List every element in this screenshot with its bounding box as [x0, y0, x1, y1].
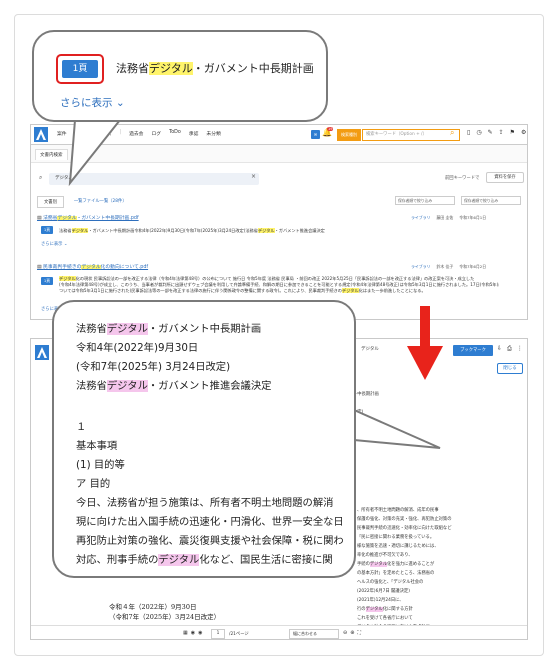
view-tabs: 文書別 一覧ファイル一覧（28件）	[37, 196, 133, 208]
document-search-input[interactable]: デジタル	[49, 173, 259, 185]
page-button[interactable]: 1頁	[41, 277, 53, 285]
main-menu: 案件 | 程度 分析 | 過去会 ログ ToDo 承認 未分類	[57, 130, 221, 137]
pdf-text-line: 令和4年(2022年)9月30日	[76, 342, 199, 354]
author: 藤田 圭佑	[436, 215, 454, 220]
clear-icon[interactable]: ×	[251, 173, 256, 180]
zoom-select[interactable]: 幅に合わせる	[289, 629, 339, 639]
pdf-text-line: (1) 目的等	[76, 459, 125, 471]
tab-file-list[interactable]: 一覧ファイル一覧（28件）	[63, 196, 133, 208]
pdf-text-line: 対応、刑事手続のデジタル化など、国民生活に密接に関	[76, 554, 333, 566]
pdf-text-line: １	[76, 421, 87, 433]
menu-item[interactable]: 未分類	[206, 130, 220, 137]
menu-item[interactable]: 過去会	[129, 130, 143, 137]
result-title[interactable]: ▤ 法務省デジタル・ガバメント中長期計画.pdf	[37, 214, 139, 221]
pdf-page-right: ト中長期計画 改定) 進会議決定 、所有者不明土地問題の解消、成年の民事 保護の…	[349, 375, 519, 630]
search-mode-select[interactable]: 検索種別	[337, 129, 361, 141]
edit-icon[interactable]: ✎	[488, 129, 493, 136]
notification-count: 19	[327, 127, 334, 131]
bookmark-icon[interactable]: ⚑	[510, 129, 515, 136]
pdf-text-line: (令和7年(2025年) 3月24日改定)	[76, 361, 231, 373]
search-icon: ⌕	[39, 174, 43, 181]
pdf-text-line: 基本事項	[76, 440, 118, 452]
zoom-icons: ⊖ ⊕ ⛶	[343, 630, 361, 636]
more-icon[interactable]: ⋮	[517, 345, 523, 353]
show-more-link[interactable]: さらに表示 ⌄	[41, 241, 67, 247]
print-icon[interactable]: ⎙	[507, 345, 512, 353]
tab-by-document[interactable]: 文書別	[37, 196, 64, 208]
toolbar-icons: ▯ ◷ ✎ ⇪ ⚑ ⚙ ⋮	[467, 129, 527, 136]
menu-item[interactable]: 分析	[102, 130, 112, 137]
save-button[interactable]: 資料を保存	[486, 172, 524, 183]
chat-icon[interactable]: ✉	[311, 130, 320, 139]
clock-icon[interactable]: ◷	[476, 129, 481, 136]
pdf-revision-line: （令和7年（2025年）3月24日改定）	[109, 613, 221, 621]
page-input[interactable]: 1	[211, 629, 225, 639]
viewer-icons: ⇩ ⎙ ⋮	[497, 345, 523, 353]
arrow-head	[407, 346, 443, 380]
zoom-in-icon[interactable]: ⊕	[350, 630, 354, 636]
download-icon[interactable]: ⇩	[497, 345, 502, 353]
page-button-highlight[interactable]: 1頁	[56, 54, 104, 84]
pdf-text-line: ア 目的	[76, 478, 111, 490]
result-snippet: デジタル化の現状 民事訴訟法の一部を改正する法律（令和4年法律第48号）の公布に…	[59, 276, 499, 293]
pdf-text-line: 法務省デジタル・ガバメント中長期計画	[76, 323, 262, 335]
first-page-icon[interactable]: ◉	[191, 630, 195, 636]
global-search-input[interactable]: 検索キーワード（Option + /）	[362, 129, 460, 141]
page-button[interactable]: 1頁	[41, 226, 53, 234]
chevron-down-icon: ⌄	[115, 97, 125, 109]
menu-item[interactable]: ToDo	[169, 130, 181, 137]
close-button[interactable]: 閉じる	[497, 363, 523, 374]
bookmark-button[interactable]: ブックマーク	[453, 345, 493, 356]
page-button[interactable]: 1頁	[62, 60, 98, 78]
sort-select[interactable]: 保存者順で絞り込み	[461, 196, 521, 205]
thumbnail-icon[interactable]: ▦	[183, 630, 188, 636]
app-logo-icon	[34, 127, 48, 142]
saved-keyword-label: 前回キーワードで	[445, 176, 480, 181]
result-title[interactable]: ▤ 民事裁判手続きのデジタル化の動向について.pdf	[37, 263, 148, 270]
pdf-text-line: 再犯防止対策の強化、震災復興支援や社会保障・税に関わ	[76, 535, 344, 547]
library-link[interactable]: ライブラリ	[411, 264, 430, 270]
filter-select[interactable]: 保存者順で絞り込み	[395, 196, 455, 205]
app-toolbar: 案件 | 程度 分析 | 過去会 ログ ToDo 承認 未分類 ✉ 🔔 19 検…	[31, 125, 527, 145]
menu-item[interactable]: 承認	[189, 130, 199, 137]
document-icon[interactable]: ▯	[467, 129, 470, 136]
result-snippet: 法務省デジタル・ガバメント中長期計画令和4年(2022年)9月30日(令和7年(…	[59, 228, 325, 233]
page-total: /21ページ	[229, 632, 249, 637]
menu-item[interactable]: 程度	[84, 130, 94, 137]
arrow-down-icon	[420, 306, 430, 348]
search-results-screenshot: 案件 | 程度 分析 | 過去会 ログ ToDo 承認 未分類 ✉ 🔔 19 検…	[30, 124, 528, 320]
document-search-row: ⌕ デジタル × 前回キーワードで 資料を保存	[31, 170, 527, 188]
result-meta: ライブラリ 藤田 圭佑 令和7年6月1日	[411, 215, 486, 221]
callout-result-zoom: 1頁 法務省デジタル・ガバメント中長期計画 さらに表示 ⌄	[32, 30, 328, 122]
fit-icon[interactable]: ⛶	[357, 630, 361, 636]
author: 鈴木 佳子	[436, 264, 454, 269]
share-icon[interactable]: ⇪	[499, 129, 504, 136]
tab-document-search[interactable]: 文書内検索	[35, 149, 68, 160]
date: 令和7年6月1日	[459, 215, 487, 220]
pagination-bar: ▦ ◉ ◉ 1 /21ページ 幅に合わせる ⊖ ⊕ ⛶	[31, 625, 527, 639]
nav-icons: ▦ ◉ ◉	[183, 630, 202, 636]
menu-item[interactable]: 案件	[57, 130, 67, 137]
app-logo-icon	[35, 345, 49, 360]
pdf-text-line: 現に向けた出入国手続の迅速化・円滑化、世界一安全な日	[76, 516, 344, 528]
zoom-out-icon[interactable]: ⊖	[343, 630, 347, 636]
library-link[interactable]: ライブラリ	[411, 215, 430, 221]
tab-bar: 文書内検索	[31, 145, 527, 163]
show-more-link[interactable]: さらに表示 ⌄	[60, 95, 125, 110]
pdf-date-line: 令和４年（2022年）9月30日	[109, 603, 197, 611]
pdf-text-line: 今日、法務省が担う施策は、所有者不明土地問題の解消	[76, 497, 334, 509]
menu-item[interactable]: ログ	[151, 130, 161, 137]
prev-page-icon[interactable]: ◉	[198, 630, 202, 636]
result-meta: ライブラリ 鈴木 佳子 令和7年6月2日	[411, 264, 486, 270]
search-icon[interactable]: ⌕	[450, 128, 454, 138]
callout-pdf-zoom: 法務省デジタル・ガバメント中長期計画 令和4年(2022年)9月30日 (令和7…	[52, 300, 356, 578]
gear-icon[interactable]: ⚙	[521, 129, 526, 136]
date: 令和7年6月2日	[459, 264, 487, 269]
pdf-text-line: 法務省デジタル・ガバメント推進会議決定	[76, 380, 272, 392]
result-title: 法務省デジタル・ガバメント中長期計画	[116, 62, 314, 75]
